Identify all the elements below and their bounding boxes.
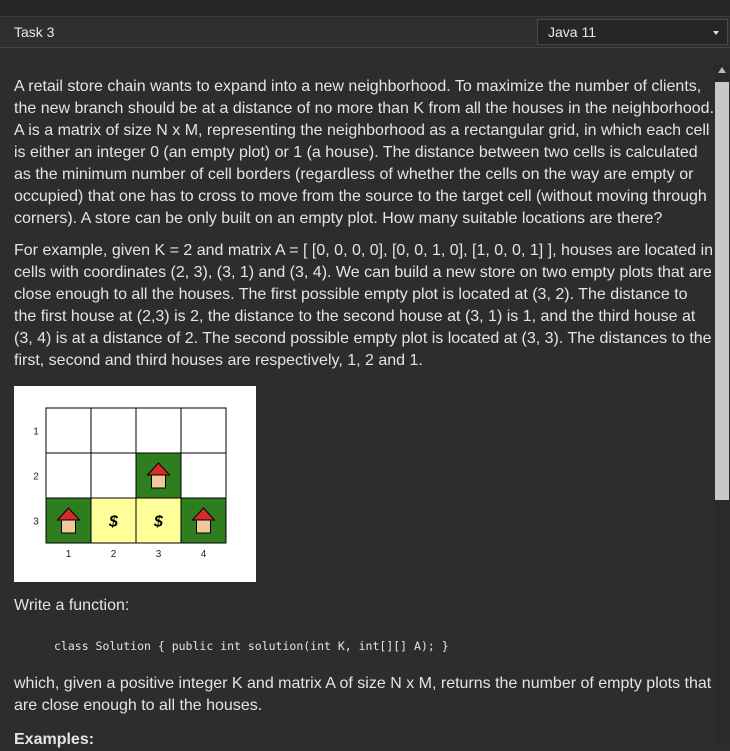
store-dollar-icon: $ bbox=[108, 514, 119, 531]
scroll-up-arrow-icon[interactable] bbox=[718, 67, 726, 73]
function-signature: class Solution { public int solution(int… bbox=[54, 639, 449, 653]
examples-heading: Examples: bbox=[14, 731, 95, 748]
house-body-icon bbox=[196, 519, 211, 534]
grid-cell-r1-c1 bbox=[45, 407, 92, 454]
vertical-scrollbar[interactable] bbox=[714, 64, 730, 744]
column-label: 3 bbox=[156, 549, 162, 560]
grid-cell-r1-c2 bbox=[90, 407, 137, 454]
row-label: 2 bbox=[33, 472, 39, 483]
write-function-text: Write a function: bbox=[14, 597, 130, 614]
column-label: 1 bbox=[66, 549, 72, 560]
task-header: Task 3 Java 11 bbox=[0, 17, 730, 48]
grid-cell-r1-c4 bbox=[180, 407, 227, 454]
store-dollar-icon: $ bbox=[153, 514, 164, 531]
grid-cell-r2-c1 bbox=[45, 452, 92, 499]
task-description: A retail store chain wants to expand int… bbox=[14, 76, 714, 751]
grid-cell-r2-c4 bbox=[180, 452, 227, 499]
example-grid-svg: $ $1 2 3 1 2 3 4 bbox=[33, 407, 227, 560]
grid-cell-r2-c2 bbox=[90, 452, 137, 499]
row-label: 3 bbox=[33, 517, 39, 528]
column-label: 4 bbox=[201, 549, 207, 560]
grid-cell-r1-c3 bbox=[135, 407, 182, 454]
chevron-down-icon bbox=[713, 31, 719, 35]
row-label: 1 bbox=[33, 427, 39, 438]
column-label: 2 bbox=[111, 549, 117, 560]
language-select-value: Java 11 bbox=[548, 24, 596, 40]
top-strip bbox=[0, 0, 730, 17]
description-paragraph-1: A retail store chain wants to expand int… bbox=[14, 78, 715, 227]
description-paragraph-2: For example, given K = 2 and matrix A = … bbox=[14, 242, 714, 369]
task-title: Task 3 bbox=[14, 24, 55, 40]
description-paragraph-3: which, given a positive integer K and ma… bbox=[14, 675, 712, 714]
house-body-icon bbox=[61, 519, 76, 534]
house-body-icon bbox=[151, 474, 166, 489]
language-select[interactable]: Java 11 bbox=[537, 19, 728, 45]
scrollbar-thumb[interactable] bbox=[715, 82, 729, 500]
example-grid-figure: $ $1 2 3 1 2 3 4 bbox=[14, 386, 256, 582]
